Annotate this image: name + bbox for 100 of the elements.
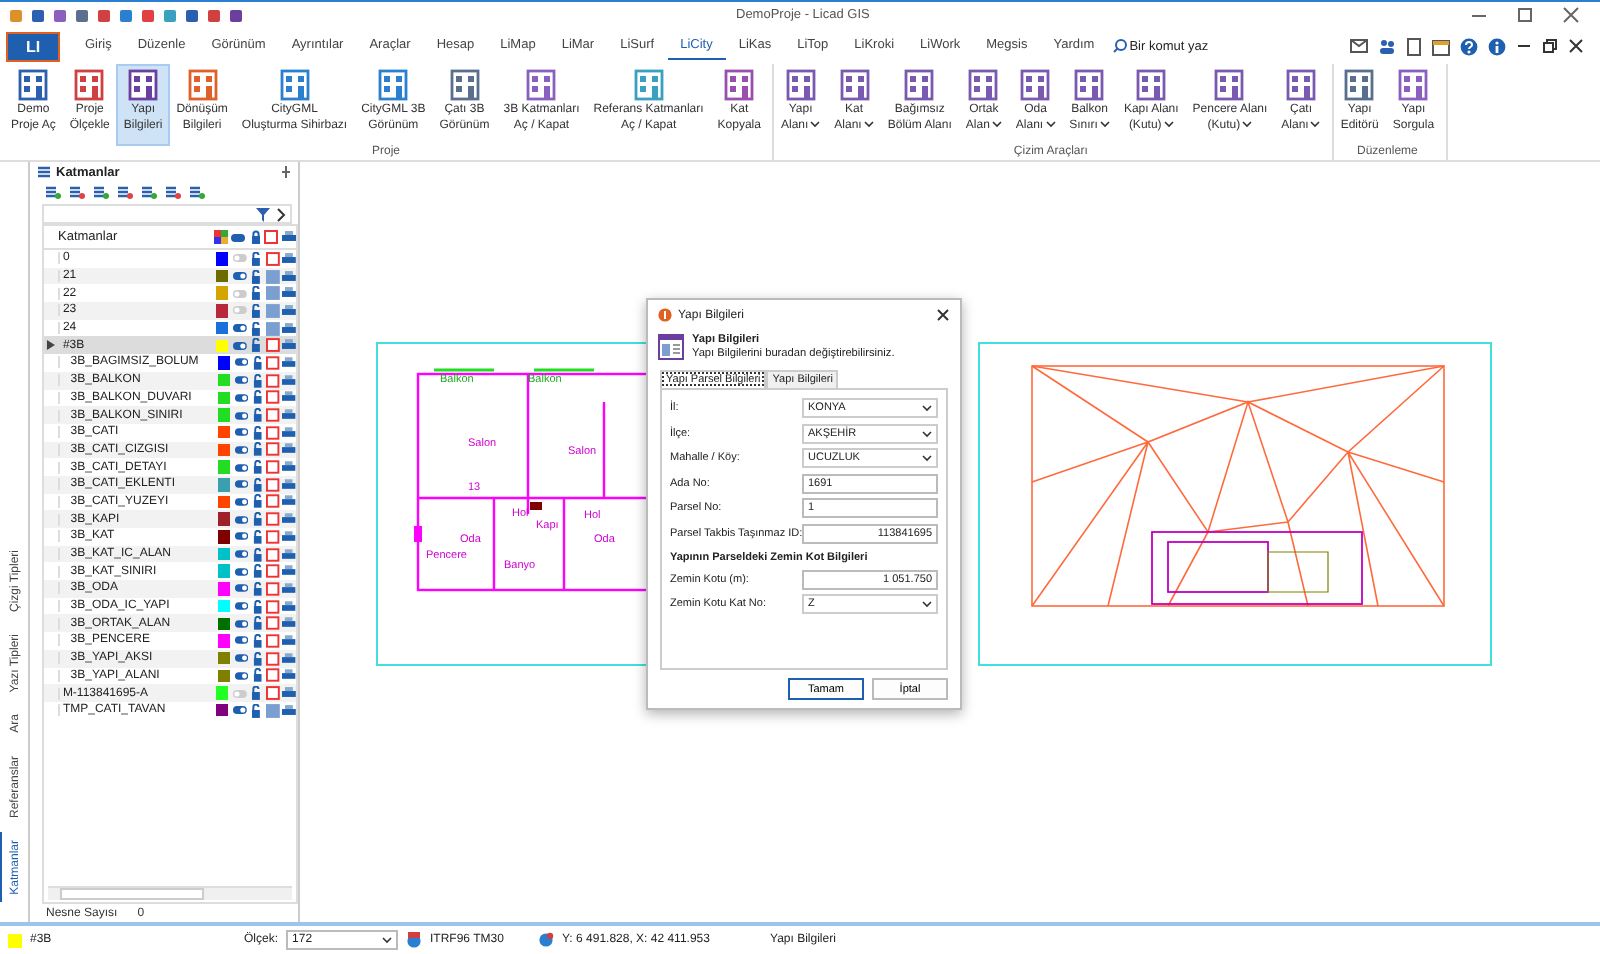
visibility-toggle[interactable] [233,530,249,543]
fill-square-icon[interactable] [266,390,280,405]
visibility-toggle[interactable] [233,565,249,578]
layer-color-swatch[interactable] [218,669,231,683]
visibility-toggle[interactable] [231,304,248,317]
visibility-toggle[interactable] [233,548,249,561]
lock-icon[interactable] [251,668,264,683]
lock-icon[interactable] [251,581,264,596]
visibility-toggle[interactable] [233,478,249,491]
layer-color-swatch[interactable] [215,321,229,335]
layer-color-swatch[interactable] [218,495,231,509]
fill-square-icon[interactable] [265,703,280,718]
fill-square-icon[interactable] [266,408,280,423]
layer-color-swatch[interactable] [215,339,229,353]
fill-square-icon[interactable] [266,581,280,596]
layer-color-swatch[interactable] [215,286,229,300]
fill-square-icon[interactable] [266,668,280,683]
lock-icon[interactable] [251,616,264,631]
calendar-icon[interactable] [1432,37,1450,55]
fill-square-icon[interactable] [266,633,280,648]
lock-icon[interactable] [251,651,264,666]
close-icon[interactable] [1568,38,1584,54]
fill-square-icon[interactable] [265,286,280,301]
visibility-toggle[interactable] [233,582,249,595]
layer-color-swatch[interactable] [215,304,229,318]
lock-icon[interactable] [251,373,264,388]
fill-square-icon[interactable] [266,512,280,527]
layer-color-swatch[interactable] [218,651,231,665]
visibility-toggle[interactable] [233,461,249,474]
visibility-toggle[interactable] [233,669,249,682]
app-menu-button[interactable]: LI [6,31,60,61]
lock-icon[interactable] [251,425,264,440]
visibility-toggle[interactable] [233,426,249,439]
restore-icon[interactable] [1542,38,1558,54]
lock-icon[interactable] [251,390,264,405]
layer-color-swatch[interactable] [218,443,231,457]
close-icon[interactable] [936,308,950,322]
layer-color-swatch[interactable] [218,634,231,648]
fill-square-icon[interactable] [266,460,280,475]
mail-icon[interactable] [1350,38,1368,54]
fill-square-icon[interactable] [266,442,280,457]
layer-color-swatch[interactable] [215,252,229,266]
layer-tool-icon[interactable] [140,184,158,200]
fill-square-icon[interactable] [265,338,280,353]
layer-tool-icon[interactable] [188,184,206,200]
lock-icon[interactable] [251,355,264,370]
lock-icon[interactable] [251,408,264,423]
fill-square-icon[interactable] [266,651,280,666]
users-icon[interactable] [1378,38,1396,54]
expand-icon[interactable] [46,340,56,351]
visibility-toggle[interactable] [231,252,248,265]
visibility-toggle[interactable] [233,391,249,404]
fill-square-icon[interactable] [265,251,280,266]
layer-color-swatch[interactable] [215,269,229,283]
horizontal-scrollbar[interactable] [48,886,292,900]
visibility-toggle[interactable] [231,687,248,700]
close-icon[interactable] [1562,6,1580,24]
visibility-toggle[interactable] [233,495,249,508]
layer-color-swatch[interactable] [218,425,231,439]
layer-color-swatch[interactable] [218,478,231,492]
visibility-toggle[interactable] [231,704,248,717]
visibility-toggle[interactable] [231,287,248,300]
layer-color-swatch[interactable] [218,564,231,578]
lock-icon[interactable] [251,494,264,509]
layer-color-swatch[interactable] [218,547,231,561]
lock-icon[interactable] [250,251,263,266]
layer-tool-icon[interactable] [164,184,182,200]
lock-icon[interactable] [250,338,263,353]
lock-icon[interactable] [250,686,263,701]
fill-square-icon[interactable] [266,373,280,388]
info-icon[interactable] [1488,37,1506,55]
layer-tool-icon[interactable] [116,184,134,200]
layer-color-swatch[interactable] [218,599,231,613]
layer-color-swatch[interactable] [215,703,229,717]
lock-icon[interactable] [251,529,264,544]
visibility-toggle[interactable] [233,374,249,387]
layer-color-swatch[interactable] [218,408,231,422]
fill-square-icon[interactable] [266,616,280,631]
lock-icon[interactable] [251,460,264,475]
lock-icon[interactable] [251,547,264,562]
layer-tool-icon[interactable] [92,184,110,200]
visibility-toggle[interactable] [233,600,249,613]
lock-icon[interactable] [250,269,263,284]
lock-icon[interactable] [251,442,264,457]
lock-icon[interactable] [251,633,264,648]
layer-color-swatch[interactable] [218,530,231,544]
globe-icon[interactable] [406,932,423,948]
layer-color-swatch[interactable] [218,356,231,370]
fill-square-icon[interactable] [266,355,280,370]
fill-square-icon[interactable] [266,494,280,509]
lock-icon[interactable] [251,599,264,614]
document-icon[interactable] [1406,37,1422,55]
layer-tool-icon[interactable] [68,184,86,200]
lock-icon[interactable] [251,477,264,492]
pin-icon[interactable] [280,164,292,180]
fill-square-icon[interactable] [266,564,280,579]
layer-tool-icon[interactable] [44,184,62,200]
lock-icon[interactable] [250,303,263,318]
visibility-toggle[interactable] [233,652,249,665]
filter-field[interactable] [42,204,292,224]
